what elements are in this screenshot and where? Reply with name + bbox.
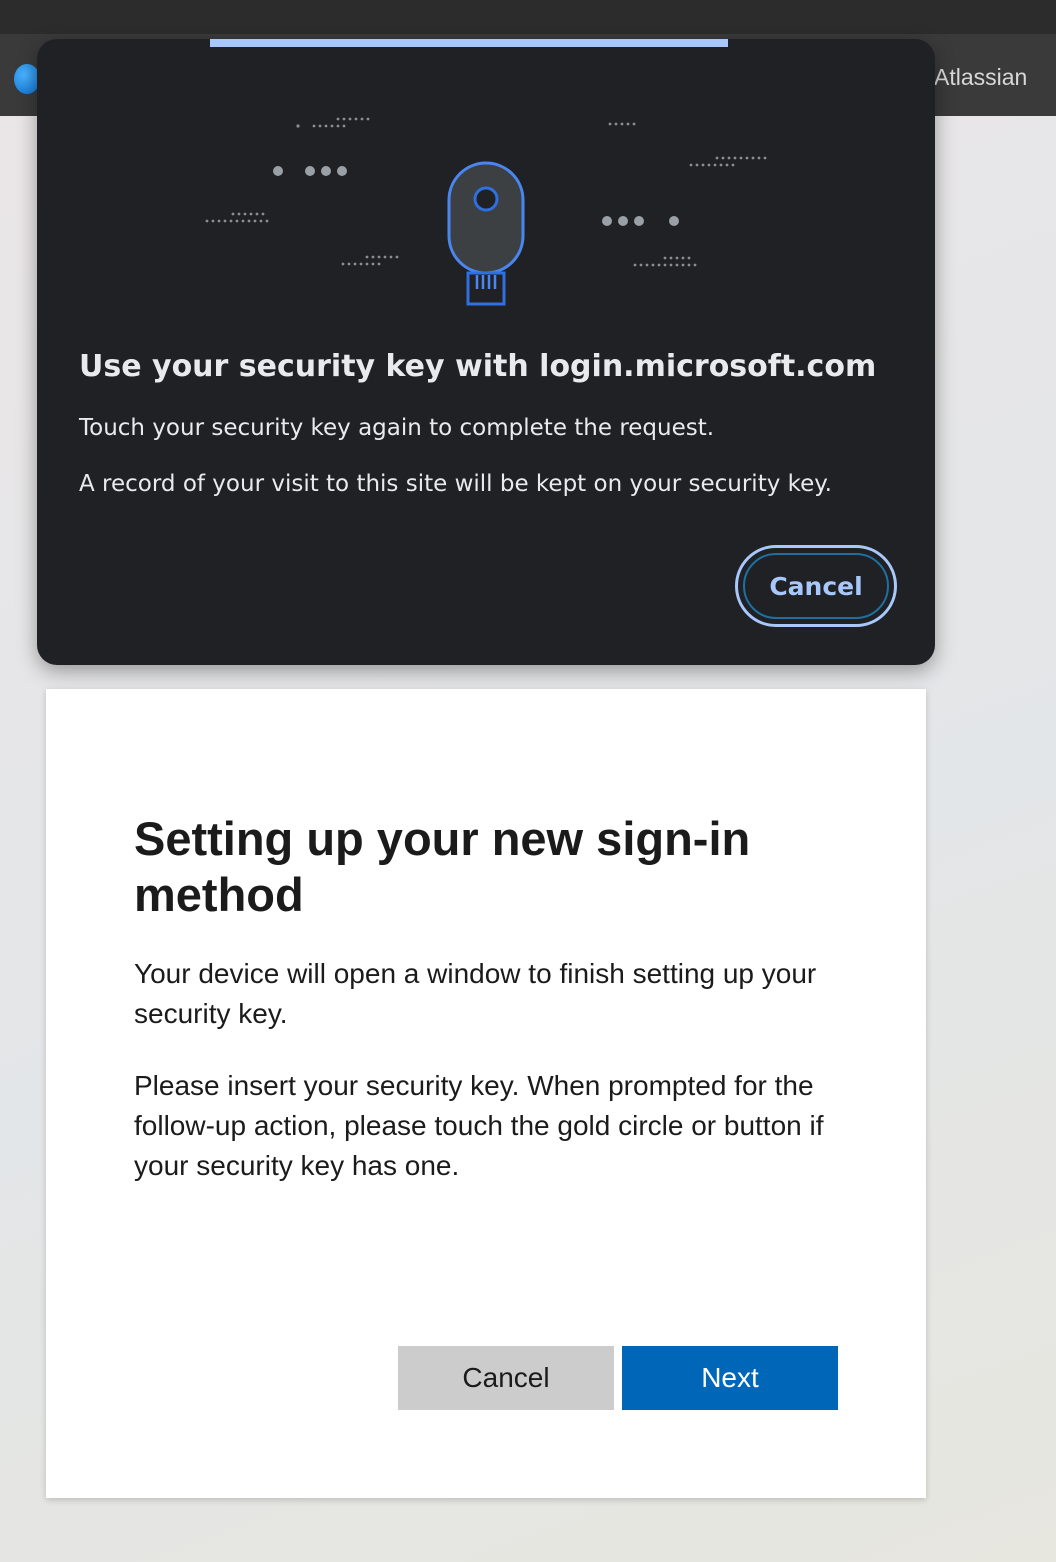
cancel-button[interactable]: Cancel: [398, 1346, 614, 1410]
card-paragraph-1: Your device will open a window to finish…: [134, 958, 817, 1029]
card-title: Setting up your new sign-in method: [134, 812, 751, 921]
signin-method-card: Setting up your new sign-in method Your …: [46, 689, 926, 1498]
dialog-title: Use your security key with login.microso…: [79, 349, 877, 384]
security-key-icon: [447, 161, 525, 306]
dot-trails-icon: [205, 117, 399, 266]
card-paragraph-2: Please insert your security key. When pr…: [134, 1070, 824, 1181]
progress-bar: [210, 39, 728, 47]
browser-title-bar: [0, 0, 1056, 34]
security-key-illustration: [205, 117, 767, 306]
bookmark-atlassian[interactable]: Atlassian: [934, 64, 1027, 91]
dialog-instruction: Touch your security key again to complet…: [79, 415, 715, 441]
dialog-cancel-button[interactable]: Cancel: [743, 553, 889, 619]
next-button[interactable]: Next: [622, 1346, 838, 1410]
security-key-dialog: Use your security key with login.microso…: [37, 39, 935, 665]
dialog-notice: A record of your visit to this site will…: [79, 471, 832, 497]
